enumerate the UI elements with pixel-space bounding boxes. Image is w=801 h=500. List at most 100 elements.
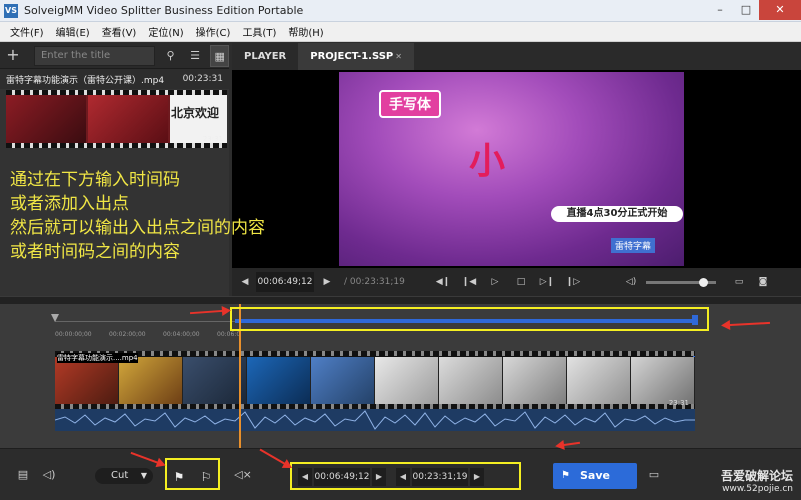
watermark-line2: www.52pojie.cn: [722, 484, 793, 494]
thumb-duration: 23:31: [202, 135, 223, 143]
mute-icon[interactable]: ◁×: [234, 467, 252, 483]
output-folder-icon[interactable]: ▭: [645, 467, 663, 483]
film-strip-bottom: [6, 143, 227, 148]
highlight-box-markers: [165, 458, 220, 490]
volume-slider[interactable]: [646, 277, 716, 287]
ruler-tick-label: 00:04:00;00: [163, 331, 200, 338]
highlight-box-timecodes: [290, 462, 521, 490]
menu-edit[interactable]: 编辑(E): [56, 24, 90, 39]
minimize-button[interactable]: –: [707, 0, 733, 20]
chevron-down-icon: ▼: [140, 471, 147, 480]
grid-view-icon[interactable]: ▦: [210, 44, 230, 67]
timeline-clip[interactable]: 雷特字幕功能演示....mp4 23:31: [55, 351, 695, 431]
annotation-line: 或者时间码之间的内容: [10, 242, 180, 262]
file-thumbnail[interactable]: 北京欢迎 23:31: [6, 90, 227, 148]
clip-frame: [55, 357, 119, 407]
snapshot-icon[interactable]: ◙: [754, 273, 772, 291]
search-icon[interactable]: ⚲: [161, 45, 180, 67]
annotation-line: 然后就可以输出入出点之间的内容: [10, 218, 265, 238]
ruler-tick-label: 00:06:0: [217, 331, 241, 338]
ruler-start-marker[interactable]: [51, 314, 59, 322]
menu-help[interactable]: 帮助(H): [288, 24, 323, 39]
time-back-button[interactable]: ◀: [236, 273, 254, 291]
watermark: 吾爱破解论坛 www.52pojie.cn: [721, 467, 793, 494]
clip-frames: [55, 357, 695, 407]
watermark-line1: 吾爱破解论坛: [720, 469, 793, 483]
timeline-divider[interactable]: [0, 296, 801, 304]
thumb-caption: 北京欢迎: [171, 106, 220, 120]
audio-waveform: [55, 409, 695, 431]
maximize-button[interactable]: □: [733, 0, 759, 20]
menu-operations[interactable]: 操作(C): [196, 24, 231, 39]
video-small-label: 雷特字幕: [611, 238, 656, 253]
filmstrip-icon[interactable]: ▤: [14, 467, 32, 483]
highlight-box-range: [230, 307, 709, 331]
annotation-text: 通过在下方输入时间码 或者添加入出点 然后就可以输出入出点之间的内容 或者时间码…: [10, 168, 330, 264]
total-duration: / 00:23:31;19: [344, 277, 405, 287]
prev-frame-icon[interactable]: ❙◀: [460, 273, 478, 291]
clip-frame: [119, 357, 183, 407]
app-logo-icon: VS: [4, 3, 18, 18]
menu-view[interactable]: 查看(V): [102, 24, 137, 39]
clip-duration: 23:31: [668, 399, 689, 407]
volume-icon[interactable]: ◁): [622, 273, 640, 291]
close-tab-icon[interactable]: ✕: [395, 52, 402, 61]
player-controls: ◀ 00:06:49;12 ▶ / 00:23:31;19 ◀❙ ❙◀ ▷ □ …: [232, 268, 801, 296]
file-name: 雷特字幕功能演示（雷特公开课）.mp4: [6, 75, 165, 86]
clip-frame: [311, 357, 375, 407]
save-button-label: Save: [580, 469, 610, 482]
video-banner: 直播4点30分正式开始: [551, 206, 683, 222]
window-controls: – □ ✕: [707, 0, 801, 20]
save-flag-icon: ⚑: [561, 470, 570, 481]
clip-frame: [567, 357, 631, 407]
save-button[interactable]: ⚑ Save: [553, 463, 637, 489]
plus-icon[interactable]: +: [0, 43, 26, 69]
library-toolbar: + Enter the title ⚲ ☰ ▦: [0, 43, 230, 69]
volume-slider-knob[interactable]: [699, 277, 708, 287]
menu-navigate[interactable]: 定位(N): [148, 24, 183, 39]
prev-marker-icon[interactable]: ◀❙: [434, 273, 452, 291]
mode-select-value: Cut: [111, 470, 129, 481]
menu-file[interactable]: 文件(F): [10, 24, 44, 39]
ruler-tick-label: 00:02:00;00: [109, 331, 146, 338]
window-title: SolveigMM Video Splitter Business Editio…: [24, 4, 304, 17]
next-marker-icon[interactable]: ❙▷: [564, 273, 582, 291]
file-duration: 00:23:31: [182, 74, 223, 84]
thumb-frame: [6, 95, 86, 143]
stop-icon[interactable]: □: [512, 273, 530, 291]
clip-frame: [503, 357, 567, 407]
audio-icon[interactable]: ◁): [40, 467, 58, 483]
clip-label: 雷特字幕功能演示....mp4: [57, 353, 138, 363]
tab-project[interactable]: PROJECT-1.SSP ✕: [298, 43, 414, 70]
video-frame: 手写体 小 直播4点30分正式开始 雷特字幕: [339, 72, 684, 266]
video-handwriting: 小: [469, 141, 506, 182]
play-icon[interactable]: ▷: [486, 273, 504, 291]
player-tabs: PLAYER PROJECT-1.SSP ✕: [232, 43, 801, 70]
app-window: VS SolveigMM Video Splitter Business Edi…: [0, 0, 801, 500]
close-button[interactable]: ✕: [759, 0, 801, 20]
tab-label: PLAYER: [244, 51, 287, 62]
menu-bar: 文件(F) 编辑(E) 查看(V) 定位(N) 操作(C) 工具(T) 帮助(H…: [0, 22, 801, 42]
title-bar: VS SolveigMM Video Splitter Business Edi…: [0, 0, 801, 22]
clip-film-strip: [55, 351, 695, 356]
tab-player[interactable]: PLAYER: [232, 43, 298, 70]
clip-frame: [375, 357, 439, 407]
search-input[interactable]: Enter the title: [33, 45, 156, 66]
menu-tools[interactable]: 工具(T): [242, 24, 276, 39]
thumb-frame: [88, 95, 168, 143]
clip-frame: [439, 357, 503, 407]
annotation-line: 通过在下方输入时间码: [10, 170, 180, 190]
current-time-field[interactable]: 00:06:49;12: [256, 272, 314, 292]
folder-icon[interactable]: ▭: [730, 273, 748, 291]
list-view-icon[interactable]: ☰: [186, 45, 205, 67]
ruler-tick-label: 00:00:00;00: [55, 331, 92, 338]
clip-frame: [183, 357, 247, 407]
file-list-item[interactable]: 雷特字幕功能演示（雷特公开课）.mp4 00:23:31: [0, 69, 229, 89]
video-title-overlay: 手写体: [379, 90, 441, 118]
annotation-line: 或者添加入出点: [10, 194, 129, 214]
mode-select[interactable]: Cut ▼: [95, 468, 153, 484]
tab-label: PROJECT-1.SSP: [310, 51, 394, 62]
next-frame-icon[interactable]: ▷❙: [538, 273, 556, 291]
time-forward-button[interactable]: ▶: [318, 273, 336, 291]
clip-frame: [247, 357, 311, 407]
